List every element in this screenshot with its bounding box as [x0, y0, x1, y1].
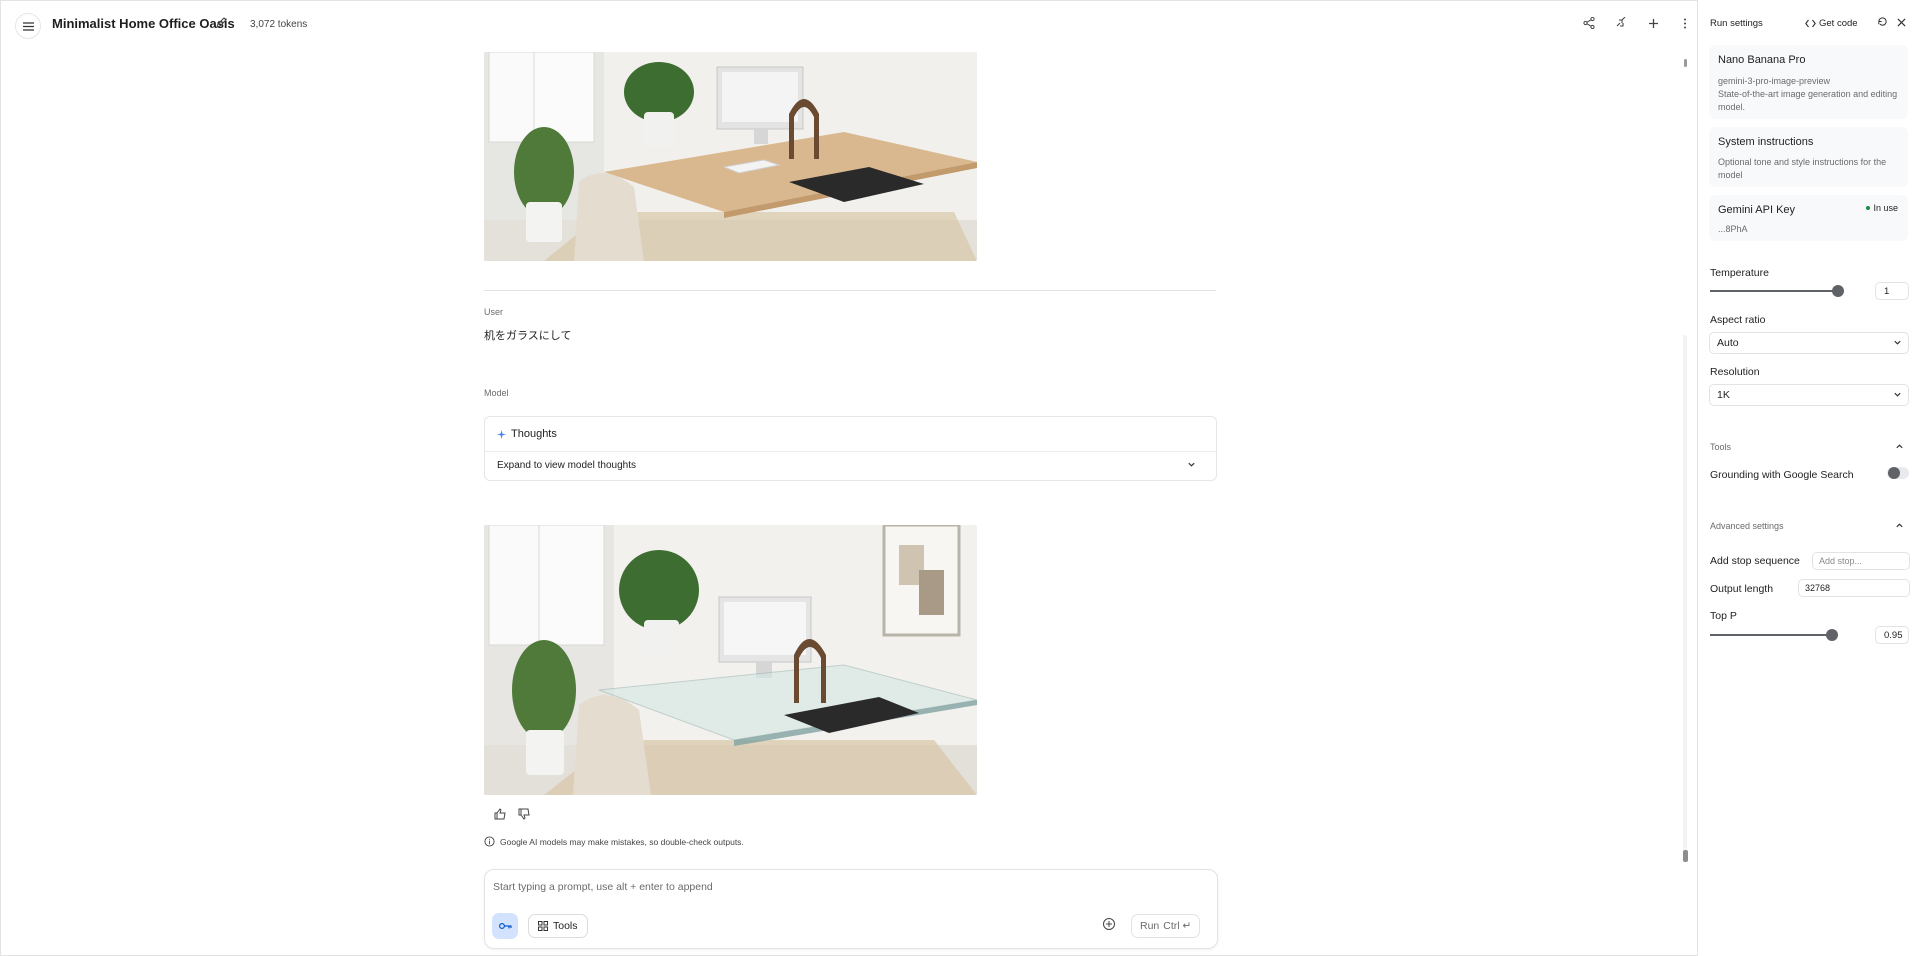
- temperature-slider[interactable]: [1710, 290, 1838, 292]
- turn-divider: [484, 290, 1216, 291]
- menu-button[interactable]: [15, 13, 41, 39]
- top-p-slider-thumb[interactable]: [1826, 629, 1838, 641]
- add-icon[interactable]: [1644, 14, 1662, 32]
- api-key-status: In use: [1873, 203, 1898, 213]
- compare-icon[interactable]: [1612, 14, 1630, 32]
- advanced-settings-header[interactable]: Advanced settings: [1710, 521, 1784, 531]
- info-icon: [484, 836, 495, 847]
- feedback-buttons: [494, 808, 530, 820]
- api-key-masked: ...8PhA: [1718, 224, 1748, 234]
- disclaimer: Google AI models may make mistakes, so d…: [484, 836, 744, 847]
- chevron-down-icon[interactable]: [1187, 460, 1196, 469]
- chevron-down-icon: [1894, 340, 1901, 345]
- chevron-down-icon: [1894, 392, 1901, 397]
- stop-sequence-label: Add stop sequence: [1710, 555, 1800, 567]
- tools-section-header[interactable]: Tools: [1710, 442, 1731, 452]
- user-role-label: User: [484, 307, 504, 317]
- panel-title: Run settings: [1710, 18, 1763, 29]
- token-count: 3,072 tokens: [250, 19, 308, 30]
- page-title: Minimalist Home Office Oasis: [52, 16, 235, 31]
- temperature-slider-thumb[interactable]: [1832, 285, 1844, 297]
- thoughts-panel[interactable]: Thoughts Expand to view model thoughts: [484, 416, 1217, 481]
- get-code-button[interactable]: Get code: [1805, 18, 1858, 29]
- aspect-ratio-value: Auto: [1717, 337, 1739, 349]
- temperature-value[interactable]: 1: [1875, 282, 1909, 300]
- prompt-box: Start typing a prompt, use alt + enter t…: [484, 869, 1218, 949]
- grounding-label: Grounding with Google Search: [1710, 469, 1854, 481]
- thoughts-header: Thoughts: [497, 428, 557, 440]
- tools-label: Tools: [553, 920, 578, 932]
- aspect-ratio-select[interactable]: Auto: [1709, 332, 1909, 354]
- grounding-toggle[interactable]: [1887, 467, 1909, 479]
- model-card[interactable]: Nano Banana Pro gemini-3-pro-image-previ…: [1709, 45, 1908, 119]
- model-id: gemini-3-pro-image-preview: [1718, 76, 1831, 86]
- share-icon[interactable]: [1580, 14, 1598, 32]
- chevron-up-icon[interactable]: [1895, 442, 1904, 451]
- reset-icon[interactable]: [1877, 16, 1888, 27]
- stop-sequence-input[interactable]: Add stop...: [1812, 552, 1910, 570]
- sparkle-icon: [497, 429, 506, 439]
- chevron-up-icon[interactable]: [1895, 521, 1904, 530]
- system-instructions-card[interactable]: System instructions Optional tone and st…: [1709, 127, 1908, 187]
- api-key-card[interactable]: Gemini API Key In use ...8PhA: [1709, 195, 1908, 241]
- api-key-title: Gemini API Key: [1718, 204, 1796, 216]
- system-instructions-placeholder: Optional tone and style instructions for…: [1718, 157, 1887, 180]
- generated-image-wooden-desk[interactable]: [484, 52, 977, 261]
- menu-icon: [22, 21, 34, 31]
- get-code-label: Get code: [1819, 18, 1858, 29]
- edit-icon[interactable]: [216, 17, 227, 28]
- generated-image-glass-desk[interactable]: [484, 525, 977, 795]
- model-role-label: Model: [484, 388, 509, 398]
- close-icon[interactable]: [1897, 18, 1906, 27]
- temperature-label: Temperature: [1710, 267, 1769, 279]
- output-length-label: Output length: [1710, 583, 1774, 595]
- api-key-button[interactable]: [492, 913, 518, 939]
- run-button[interactable]: Run Ctrl ↵: [1131, 914, 1201, 938]
- disclaimer-text: Google AI models may make mistakes, so d…: [500, 836, 744, 847]
- scroll-marker[interactable]: [1684, 59, 1687, 67]
- top-bar: Minimalist Home Office Oasis 3,072 token…: [0, 0, 1697, 50]
- code-icon: [1805, 19, 1816, 28]
- aspect-ratio-label: Aspect ratio: [1710, 314, 1766, 326]
- thoughts-title: Thoughts: [511, 428, 557, 440]
- add-circle-icon[interactable]: [1102, 917, 1116, 931]
- run-shortcut: Ctrl ↵: [1163, 920, 1192, 932]
- user-message: 机をガラスにして: [484, 330, 572, 342]
- grid-icon: [538, 921, 548, 931]
- resolution-select[interactable]: 1K: [1709, 384, 1909, 406]
- model-name: Nano Banana Pro: [1718, 54, 1806, 66]
- thumbs-down-icon[interactable]: [518, 808, 530, 820]
- more-icon[interactable]: [1676, 14, 1694, 32]
- run-settings-panel: Run settings Get code Nano Banana Pro ge…: [1697, 0, 1920, 956]
- top-actions: [1580, 14, 1694, 32]
- output-length-input[interactable]: 32768: [1798, 579, 1910, 597]
- run-label: Run: [1140, 920, 1160, 932]
- scrollbar-thumb[interactable]: [1683, 850, 1688, 862]
- model-description: State-of-the-art image generation and ed…: [1718, 89, 1898, 112]
- thoughts-expand-text[interactable]: Expand to view model thoughts: [497, 460, 636, 471]
- scroll-track[interactable]: [1683, 335, 1687, 850]
- system-instructions-title: System instructions: [1718, 136, 1814, 148]
- top-p-slider[interactable]: [1710, 634, 1832, 636]
- resolution-value: 1K: [1717, 389, 1730, 401]
- prompt-input[interactable]: Start typing a prompt, use alt + enter t…: [493, 881, 713, 893]
- top-p-value[interactable]: 0.95: [1875, 626, 1909, 644]
- thoughts-divider: [485, 451, 1216, 452]
- key-icon: [498, 923, 512, 929]
- status-badge: In use: [1866, 203, 1898, 213]
- tools-button[interactable]: Tools: [528, 914, 588, 938]
- thumbs-up-icon[interactable]: [494, 808, 506, 820]
- top-p-label: Top P: [1710, 610, 1737, 622]
- resolution-label: Resolution: [1710, 366, 1760, 378]
